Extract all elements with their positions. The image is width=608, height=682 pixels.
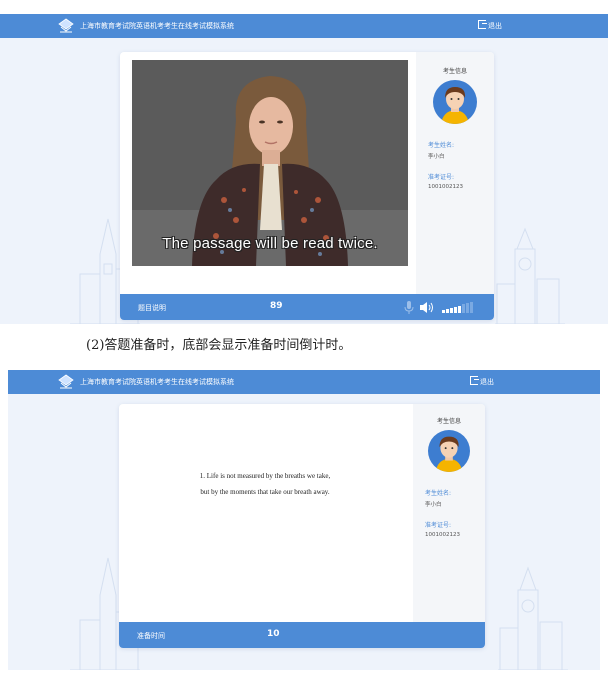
- top-bar: 上海市教育考试院英语机考考生在线考试模拟系统 退出: [8, 370, 600, 394]
- screenshot-preparation-timer: 上海市教育考试院英语机考考生在线考试模拟系统 退出 1. Life is not…: [8, 370, 600, 670]
- city-skyline-right-decoration: [495, 227, 565, 324]
- logout-label: 退出: [488, 22, 502, 30]
- exam-logo-icon: [58, 18, 74, 33]
- bottom-status-bar: 题目说明 89: [120, 294, 494, 320]
- city-skyline-right-decoration: [498, 566, 568, 670]
- speaker-icon[interactable]: [420, 302, 434, 313]
- logout-label: 退出: [480, 378, 494, 386]
- candidate-info-panel: 考生信息 考生姓名: 李小白 准考证号: 1001002123: [413, 404, 485, 648]
- exam-card: The passage will be read twice. 考生信息 考生姓…: [120, 52, 494, 320]
- logout-button[interactable]: 退出: [470, 376, 494, 388]
- candidate-name-value: 李小白: [425, 502, 442, 508]
- system-title: 上海市教育考试院英语机考考生在线考试模拟系统: [80, 22, 234, 30]
- question-line: but by the moments that take our breath …: [200, 488, 330, 496]
- document-caption: (2)答题准备时，底部会显示准备时间倒计时。: [86, 338, 352, 353]
- top-bar: 上海市教育考试院英语机考考生在线考试模拟系统 退出: [0, 14, 608, 38]
- logout-button[interactable]: 退出: [478, 20, 502, 32]
- preparation-time-label: 准备时间: [137, 632, 165, 640]
- logout-icon: [470, 376, 479, 385]
- candidate-id-value: 1001002123: [428, 184, 463, 190]
- candidate-name-value: 李小白: [428, 154, 445, 160]
- candidate-info-title: 考生信息: [436, 418, 461, 425]
- volume-level-icon[interactable]: [442, 302, 476, 313]
- microphone-icon: [404, 301, 414, 314]
- bottom-status-bar: 准备时间 10: [119, 622, 485, 648]
- video-subtitle: The passage will be read twice.: [162, 235, 378, 252]
- system-title: 上海市教育考试院英语机考考生在线考试模拟系统: [80, 378, 234, 386]
- screenshot-video-question: 上海市教育考试院英语机考考生在线考试模拟系统 退出 The passage wi…: [0, 14, 608, 324]
- exam-card: 1. Life is not measured by the breaths w…: [119, 404, 485, 648]
- candidate-id-label: 准考证号:: [428, 174, 455, 181]
- countdown-timer: 89: [270, 301, 283, 311]
- avatar-icon: [428, 430, 470, 472]
- avatar-icon: [433, 80, 477, 124]
- logout-icon: [478, 20, 487, 29]
- video-player[interactable]: The passage will be read twice.: [132, 60, 408, 266]
- question-sentence: 1. Life is not measured by the breaths w…: [119, 468, 411, 500]
- candidate-name-label: 考生姓名:: [425, 490, 452, 497]
- candidate-id-label: 准考证号:: [425, 522, 452, 529]
- preparation-countdown-timer: 10: [267, 629, 280, 639]
- candidate-info-title: 考生信息: [442, 68, 467, 75]
- question-instructions-label[interactable]: 题目说明: [138, 303, 166, 313]
- candidate-info-panel: 考生信息 考生姓名: 李小白 准考证号: 1001002123: [416, 52, 494, 320]
- candidate-id-value: 1001002123: [425, 532, 460, 538]
- candidate-name-label: 考生姓名:: [428, 142, 455, 149]
- exam-logo-icon: [58, 374, 74, 389]
- question-line: 1. Life is not measured by the breaths w…: [199, 472, 331, 480]
